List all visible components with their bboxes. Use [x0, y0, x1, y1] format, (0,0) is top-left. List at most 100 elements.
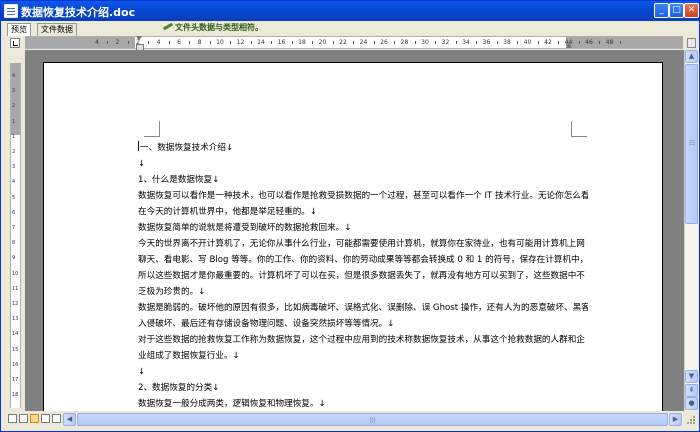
- vertical-scrollbar[interactable]: ▲ ▼ ⇞ ●: [684, 50, 698, 411]
- vertical-scroll-thumb[interactable]: [685, 64, 698, 224]
- paragraph-text: ↓: [138, 367, 146, 377]
- previous-page-button[interactable]: ⇞: [685, 384, 698, 397]
- bottom-bar: ◀ ▶: [1, 411, 699, 431]
- paragraph-text: 1、什么是数据恢复↓: [138, 175, 220, 185]
- ruler-number: 34: [462, 39, 470, 46]
- select-browse-object-button[interactable]: ●: [685, 397, 698, 410]
- app-window: 数据恢复技术介绍.doc _ □ ✕ 预览 文件数据 文件头数据与类型相符。 4…: [0, 0, 700, 432]
- scroll-right-button[interactable]: ▶: [669, 413, 682, 426]
- ruler-tick: [414, 41, 416, 44]
- ruler-number: 12: [12, 301, 19, 307]
- first-line-indent-marker[interactable]: [136, 36, 144, 51]
- document-body[interactable]: 一、数据恢复技术介绍↓ ↓ 1、什么是数据恢复↓ 数据恢复可以看作是一种技术，也可以看…: [138, 140, 588, 411]
- document-icon: [4, 4, 18, 18]
- ruler-number: 8: [197, 39, 202, 46]
- paragraph-text: 入侵破坏、最后还有存储设备物理问题、设备突然损坏等等情况。↓: [138, 319, 395, 329]
- paragraph-text: 今天的世界离不开计算机了，无论你从事什么行业，可能都需要使用计算机，就算你在家待…: [138, 239, 585, 249]
- ruler-tick: [250, 41, 252, 44]
- paragraph-text: 业组成了数据恢复行业。↓: [138, 351, 240, 361]
- document-paragraph: 在今天的计算机世界中，他都是举足轻重的。↓: [138, 204, 588, 220]
- ruler-toggle-button[interactable]: [687, 38, 696, 48]
- ruler-tick: [291, 41, 293, 44]
- crop-mark-top-right: [571, 121, 587, 137]
- ruler-tick: [230, 41, 232, 44]
- ruler-number: 40: [523, 39, 532, 46]
- document-area: 一、数据恢复技术介绍↓ ↓ 1、什么是数据恢复↓ 数据恢复可以看作是一种技术，也可以看…: [25, 50, 684, 411]
- ruler-number: 10: [216, 39, 224, 46]
- ruler-number: 13: [12, 316, 19, 323]
- ruler-tick: [455, 41, 457, 44]
- ruler-tick: [127, 41, 129, 44]
- ruler-number: 18: [12, 392, 19, 399]
- ruler-number: 4: [12, 73, 16, 79]
- ruler-number: 14: [257, 39, 265, 46]
- normal-view-button[interactable]: [8, 414, 17, 423]
- tab-preview[interactable]: 预览: [7, 23, 31, 36]
- ruler-number: 6: [12, 209, 16, 216]
- document-paragraph: ↓: [138, 364, 588, 380]
- right-indent-marker[interactable]: [566, 41, 572, 48]
- paragraph-text: 乏极为珍贵的。↓: [138, 287, 206, 297]
- print-layout-view-button[interactable]: [30, 414, 39, 423]
- document-paragraph: 聊天、看电影、写 Blog 等等。你的工作、你的资料、你的劳动成果等等都会转换成…: [138, 252, 588, 268]
- scroll-down-button[interactable]: ▼: [685, 370, 698, 383]
- ruler-tick: [496, 41, 498, 44]
- ruler-tick: [107, 41, 109, 44]
- document-page[interactable]: 一、数据恢复技术介绍↓ ↓ 1、什么是数据恢复↓ 数据恢复可以看作是一种技术，也可以看…: [43, 62, 663, 411]
- horizontal-scroll-thumb[interactable]: [77, 413, 668, 426]
- tab-strip: 预览 文件数据 文件头数据与类型相符。: [1, 21, 699, 36]
- ruler-tick: [537, 41, 539, 44]
- ruler-number: 26: [380, 39, 388, 46]
- ruler-number: 38: [503, 39, 511, 46]
- minimize-button[interactable]: _: [654, 3, 669, 18]
- ruler-number: 1: [12, 118, 16, 125]
- maximize-button[interactable]: □: [669, 3, 684, 18]
- scroll-left-button[interactable]: ◀: [63, 413, 76, 426]
- horizontal-scrollbar[interactable]: ◀ ▶: [63, 413, 683, 426]
- ruler-tick: [332, 41, 334, 44]
- document-paragraph: 业组成了数据恢复行业。↓: [138, 348, 588, 364]
- ruler-number: 6: [177, 39, 181, 46]
- paragraph-text: 聊天、看电影、写 Blog 等等。你的工作、你的资料、你的劳动成果等等都会转换成…: [138, 255, 588, 265]
- ruler-tick: [168, 41, 170, 44]
- document-paragraph: 乏极为珍贵的。↓: [138, 284, 588, 300]
- document-paragraph: ↓: [138, 156, 588, 172]
- ruler-number: 5: [12, 194, 16, 201]
- tab-type-selector[interactable]: [10, 38, 20, 48]
- ruler-number: 16: [277, 39, 286, 46]
- paragraph-text: 一、数据恢复技术介绍↓: [140, 143, 234, 153]
- ruler-tick: [394, 41, 396, 44]
- ruler-number: 46: [585, 39, 593, 46]
- ruler-number: 8: [12, 240, 16, 247]
- ruler-number: 42: [544, 39, 552, 46]
- ruler-number: 30: [421, 39, 429, 46]
- horizontal-ruler[interactable]: 4 2 2 4 6 8 10 12 14 16 18 20 22 24 26 28 30 32 34 36 38 40 42…: [25, 36, 683, 49]
- ruler-number: 11: [12, 285, 19, 292]
- web-view-button[interactable]: [19, 414, 28, 423]
- close-button[interactable]: ✕: [684, 3, 699, 18]
- ruler-tick: [435, 41, 437, 44]
- ruler-number: 20: [318, 39, 327, 46]
- ruler-tick: [353, 41, 355, 44]
- ruler-number: 2: [12, 149, 16, 155]
- paragraph-text: 所以这些数据才是你最重要的。计算机坏了可以在买，但是很多数据丢失了，就再没有地方…: [138, 271, 585, 281]
- tab-file-data[interactable]: 文件数据: [37, 23, 77, 36]
- paragraph-text: 对于这些数据的抢救恢复工作称为数据恢复，这个过程中应用到的技术称数据恢复技术，从…: [138, 335, 585, 345]
- ruler-tick: [517, 41, 519, 44]
- ruler-tick: [558, 41, 560, 44]
- document-paragraph: 数据是脆弱的。破坏他的原因有很多，比如病毒破坏、误格式化、误删除、误 Ghost…: [138, 300, 588, 316]
- reading-view-button[interactable]: [52, 414, 61, 423]
- outline-view-button[interactable]: [41, 414, 50, 423]
- vertical-ruler[interactable]: 4 3 2 1 1 2 3 4 5 6 7 8 9 10 11 12 13 14 15 16 17 18: [10, 63, 21, 408]
- ruler-number: 4: [95, 39, 99, 46]
- ruler-number: 28: [400, 39, 409, 46]
- ruler-tick: [578, 41, 580, 44]
- ruler-number: 1: [12, 133, 16, 140]
- scroll-up-button[interactable]: ▲: [685, 50, 698, 63]
- ruler-number: 2: [12, 103, 16, 110]
- ruler-number: 4: [12, 179, 16, 186]
- title-bar[interactable]: 数据恢复技术介绍.doc _ □ ✕: [1, 1, 699, 21]
- resize-grip-icon[interactable]: [686, 415, 696, 425]
- paragraph-text: 2、数据恢复的分类↓: [138, 383, 220, 393]
- document-paragraph: 入侵破坏、最后还有存储设备物理问题、设备突然损坏等等情况。↓: [138, 316, 588, 332]
